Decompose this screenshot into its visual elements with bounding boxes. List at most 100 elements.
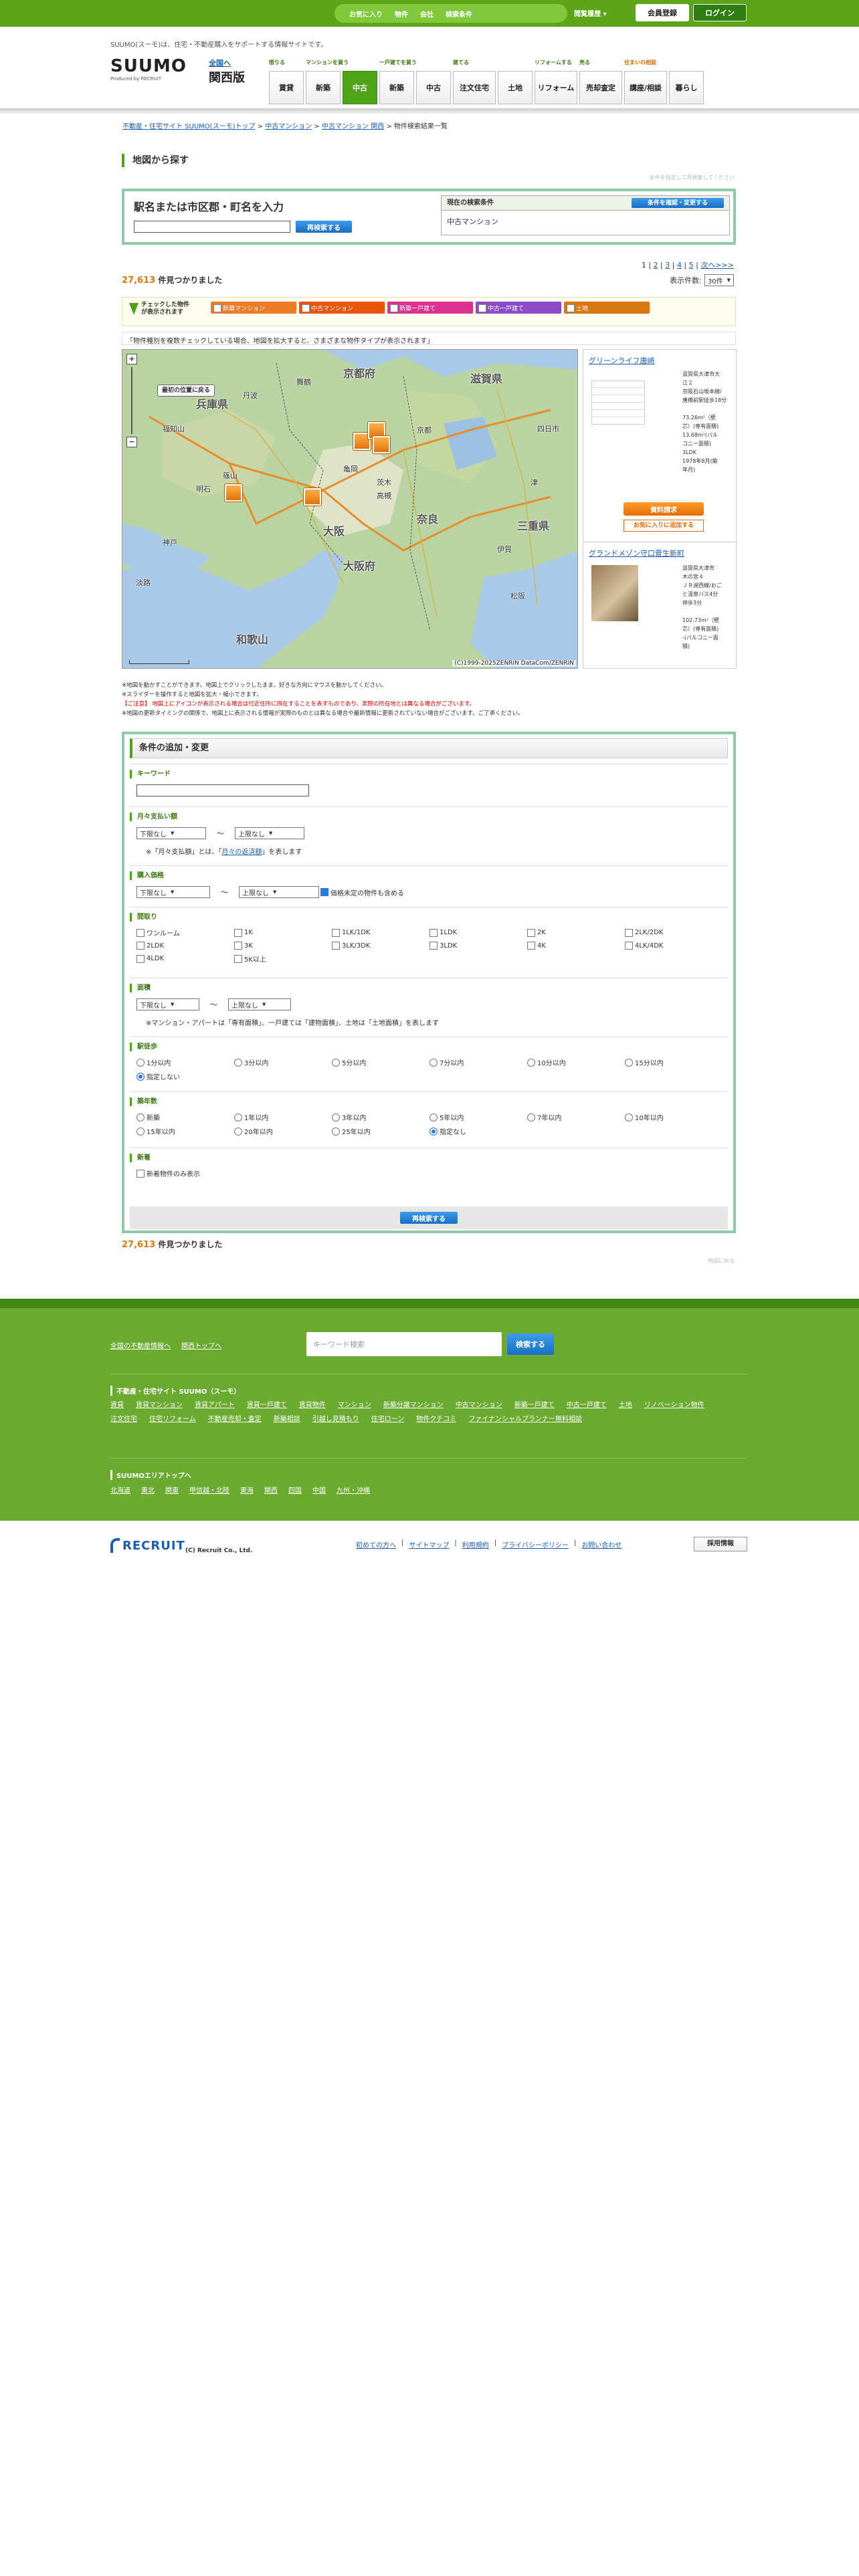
footer-site-link[interactable]: 住宅リフォーム: [149, 1413, 196, 1423]
zoom-in-icon[interactable]: +: [126, 354, 137, 364]
map[interactable]: 京都府 兵庫県 大阪 奈良 和歌山 大阪府 三重県 滋賀県 福知山 舞鶴 篠山 京都 神戸 亀岡 茨木 高槻 四…: [122, 349, 578, 669]
keyword-input[interactable]: [136, 784, 309, 796]
option-radio[interactable]: 1年以内: [234, 1112, 332, 1122]
property-marker[interactable]: [303, 488, 321, 506]
nav-item[interactable]: 中古: [416, 71, 451, 104]
footer-region-link[interactable]: 東北: [141, 1485, 155, 1495]
type-chip-checkbox[interactable]: 新築マンション: [211, 302, 296, 314]
price-min-select[interactable]: 下限なし: [136, 886, 210, 898]
footer-site-link[interactable]: 賃貸物件: [299, 1399, 326, 1409]
footer-region-link[interactable]: 関東: [165, 1485, 179, 1495]
type-chip-checkbox[interactable]: 中古マンション: [299, 302, 385, 314]
option-radio[interactable]: 7分以内: [430, 1057, 527, 1067]
footer-site-link[interactable]: 中古マンション: [456, 1399, 502, 1409]
option-radio[interactable]: 10分以内: [527, 1057, 625, 1067]
favorites-link[interactable]: お気に入り: [349, 9, 383, 19]
nav-item[interactable]: 土地: [498, 71, 533, 104]
option-radio[interactable]: 10年以内: [625, 1112, 723, 1122]
monthly-max-select[interactable]: 上限なし: [235, 827, 304, 839]
nationwide-link[interactable]: 全国の不動産情報へ: [110, 1340, 171, 1350]
zoom-out-icon[interactable]: −: [126, 437, 137, 447]
layout-checkbox[interactable]: 2K: [527, 928, 625, 938]
footer-site-link[interactable]: マンション: [338, 1399, 371, 1409]
region-link[interactable]: 全国へ: [209, 59, 231, 68]
footer-region-link[interactable]: 北海道: [110, 1485, 130, 1495]
breadcrumb-used-mansion[interactable]: 中古マンション: [265, 123, 312, 130]
layout-checkbox[interactable]: 5K以上: [234, 954, 332, 964]
back-to-map-link[interactable]: 地図に戻る: [708, 1257, 735, 1265]
layout-checkbox[interactable]: 1K: [234, 928, 332, 938]
layout-checkbox[interactable]: 1LK/1DK: [332, 928, 430, 938]
nav-item[interactable]: 中古: [343, 71, 377, 104]
page-link[interactable]: 3: [665, 261, 670, 270]
footer-site-link[interactable]: 賃貸アパート: [195, 1399, 235, 1409]
property-marker[interactable]: [373, 436, 391, 454]
conditions-link[interactable]: 検索条件: [446, 9, 472, 19]
login-button[interactable]: ログイン: [693, 4, 747, 21]
bottom-link[interactable]: お問い合わせ: [581, 1539, 622, 1549]
footer-site-link[interactable]: 新築相談: [274, 1413, 300, 1423]
footer-region-link[interactable]: 甲信越・北陸: [189, 1485, 229, 1495]
option-radio[interactable]: 7年以内: [527, 1112, 625, 1122]
footer-site-link[interactable]: 賃貸: [110, 1399, 124, 1409]
footer-region-link[interactable]: 中国: [312, 1485, 326, 1495]
price-undecided-checkbox[interactable]: 価格未定の物件も含める: [320, 887, 404, 897]
monthly-note-link[interactable]: 月々の返済額: [221, 849, 262, 856]
option-radio[interactable]: 20年以内: [234, 1126, 332, 1136]
register-button[interactable]: 会員登録: [636, 4, 689, 21]
option-radio[interactable]: 1分以内: [136, 1057, 234, 1067]
nav-item[interactable]: 賃貸: [269, 71, 304, 104]
type-chip-checkbox[interactable]: 土地: [564, 302, 650, 314]
history-dropdown[interactable]: 閲覧履歴 ▾: [574, 8, 607, 18]
kansai-top-link[interactable]: 関西トップへ: [181, 1340, 221, 1350]
bottom-link[interactable]: 初めての方へ: [356, 1539, 396, 1549]
suumo-logo[interactable]: SUUMO Produced by RECRUIT: [110, 56, 204, 90]
footer-site-link[interactable]: 不動産売却・査定: [208, 1413, 262, 1423]
footer-site-link[interactable]: 中古一戸建て: [567, 1399, 607, 1409]
properties-link[interactable]: 物件: [395, 9, 408, 19]
nav-item[interactable]: 暮らし: [669, 71, 704, 104]
option-radio[interactable]: 新築: [136, 1112, 234, 1122]
footer-site-link[interactable]: 土地: [619, 1399, 632, 1409]
nav-item[interactable]: 新築: [306, 71, 341, 104]
footer-site-link[interactable]: ファイナンシャルプランナー無料相談: [468, 1413, 582, 1423]
layout-checkbox[interactable]: 4LK/4DK: [625, 942, 723, 950]
footer-site-link[interactable]: 新築分譲マンション: [383, 1399, 444, 1409]
page-link[interactable]: 2: [654, 261, 658, 270]
layout-checkbox[interactable]: 4K: [527, 942, 625, 950]
layout-checkbox[interactable]: 2LK/2DK: [625, 928, 723, 938]
footer-site-link[interactable]: 物件クチコミ: [416, 1413, 456, 1423]
page-link[interactable]: 5: [689, 261, 694, 270]
option-radio[interactable]: 25年以内: [332, 1126, 430, 1136]
property-name-link[interactable]: グリーンライフ唐崎: [589, 356, 654, 365]
footer-site-link[interactable]: 賃貸一戸建て: [247, 1399, 287, 1409]
add-favorite-button[interactable]: お気に入りに追加する: [624, 520, 704, 532]
nav-item[interactable]: 売却査定: [579, 71, 622, 104]
request-info-button[interactable]: 資料請求: [624, 502, 704, 516]
property-marker[interactable]: [224, 484, 242, 502]
layout-checkbox[interactable]: 4LDK: [136, 954, 234, 964]
footer-site-link[interactable]: リノベーション物件: [644, 1399, 704, 1409]
nav-item[interactable]: 講座/相談: [624, 71, 667, 104]
layout-checkbox[interactable]: 1LDK: [430, 928, 527, 938]
breadcrumb-kansai[interactable]: 中古マンション 関西: [322, 123, 384, 130]
floorplan-image[interactable]: [591, 381, 645, 425]
footer-site-link[interactable]: 住宅ローン: [371, 1413, 405, 1423]
type-chip-checkbox[interactable]: 中古一戸建て: [476, 302, 561, 314]
research-button[interactable]: 再検索する: [296, 221, 352, 233]
option-radio[interactable]: 5分以内: [332, 1057, 430, 1067]
footer-region-link[interactable]: 東海: [240, 1485, 254, 1495]
type-chip-checkbox[interactable]: 新築一戸建て: [387, 302, 473, 314]
bottom-link[interactable]: プライバシーポリシー: [502, 1539, 569, 1549]
layout-checkbox[interactable]: ワンルーム: [136, 928, 234, 938]
nav-item[interactable]: 注文住宅: [453, 71, 496, 104]
page-link[interactable]: 4: [677, 261, 682, 270]
option-radio[interactable]: 3年以内: [332, 1112, 430, 1122]
breadcrumb-top[interactable]: 不動産・住宅サイト SUUMO(スーモ)トップ: [122, 123, 255, 130]
option-radio[interactable]: 3分以内: [234, 1057, 332, 1067]
footer-search-button[interactable]: 検索する: [507, 1333, 554, 1355]
bottom-link[interactable]: 利用規約: [462, 1539, 489, 1549]
property-name-link[interactable]: グランドメゾン守口菅生新町: [589, 549, 684, 558]
option-radio[interactable]: 15分以内: [625, 1057, 723, 1067]
footer-site-link[interactable]: 新築一戸建て: [514, 1399, 555, 1409]
